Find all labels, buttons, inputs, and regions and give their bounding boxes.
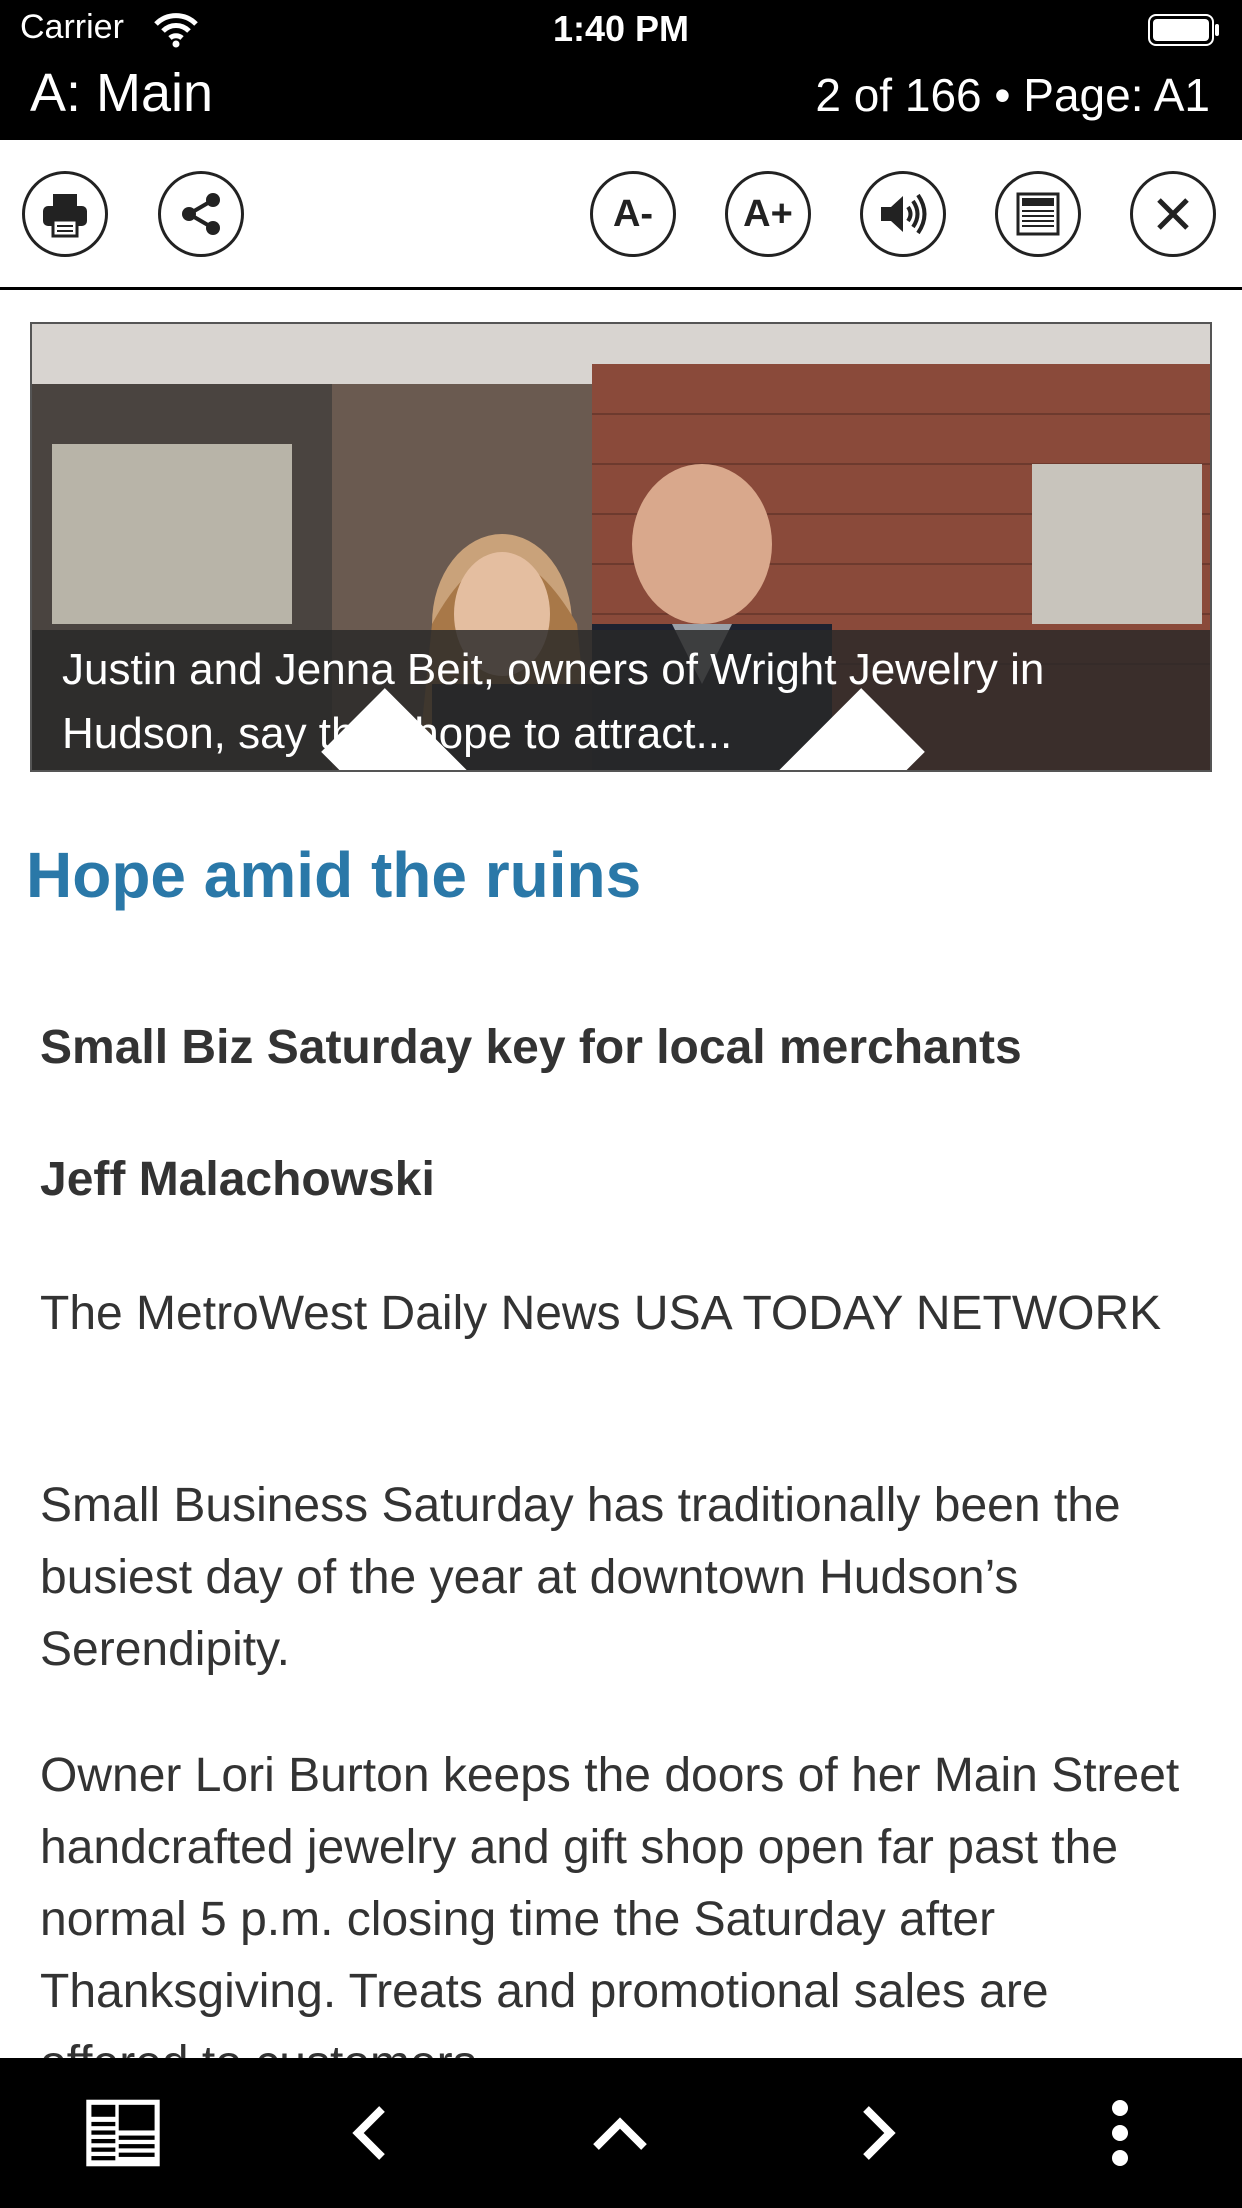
print-button[interactable] (22, 171, 108, 257)
previous-button[interactable] (340, 2098, 400, 2168)
close-button[interactable] (1130, 171, 1216, 257)
chevron-up-icon (593, 2117, 647, 2150)
page-view-nav-button[interactable] (78, 2098, 168, 2168)
share-icon (182, 193, 220, 235)
next-button[interactable] (848, 2098, 908, 2168)
chevron-right-icon (863, 2106, 896, 2160)
article-author: Jeff Malachowski (40, 1153, 435, 1206)
page-view-button[interactable] (995, 171, 1081, 257)
read-aloud-button[interactable] (860, 171, 946, 257)
chevron-down-icon[interactable] (32, 630, 1212, 772)
font-decrease-icon: A- (612, 192, 654, 235)
more-options-button[interactable] (1100, 2098, 1140, 2168)
font-increase-icon: A+ (743, 192, 793, 235)
speaker-icon (881, 193, 927, 235)
page-indicator: 2 of 166 • Page: A1 (815, 69, 1210, 121)
battery-icon (1148, 14, 1219, 46)
font-increase-button[interactable]: A+ (725, 171, 811, 257)
article-toolbar: A- A+ (0, 140, 1242, 290)
photo-caption[interactable]: Justin and Jenna Beit, owners of Wright … (32, 630, 1212, 772)
bottom-navigation-bar (0, 2058, 1242, 2208)
status-bar: Carrier 1:40 PM A: Main 2 of 166 • Page:… (0, 0, 1242, 140)
up-button[interactable] (590, 2098, 650, 2168)
chevron-left-icon (352, 2106, 385, 2160)
article-source: The MetroWest Daily News USA TODAY NETWO… (40, 1287, 1162, 1340)
font-decrease-button[interactable]: A- (590, 171, 676, 257)
close-icon (1157, 198, 1189, 230)
printer-icon (43, 194, 87, 238)
newspaper-icon (86, 2099, 160, 2167)
more-vertical-icon (1112, 2100, 1128, 2166)
article-paragraph: Small Business Saturday has traditionall… (40, 1479, 1121, 1676)
article-subheadline: Small Biz Saturday key for local merchan… (40, 1021, 1022, 1074)
share-button[interactable] (158, 171, 244, 257)
section-title: A: Main (30, 63, 214, 123)
clock: 1:40 PM (552, 8, 690, 49)
article-headline: Hope amid the ruins (26, 839, 642, 911)
article-photo[interactable]: Justin and Jenna Beit, owners of Wright … (30, 322, 1212, 772)
article-paragraph: Owner Lori Burton keeps the doors of her… (40, 1749, 1180, 2090)
newspaper-icon (1016, 192, 1060, 236)
